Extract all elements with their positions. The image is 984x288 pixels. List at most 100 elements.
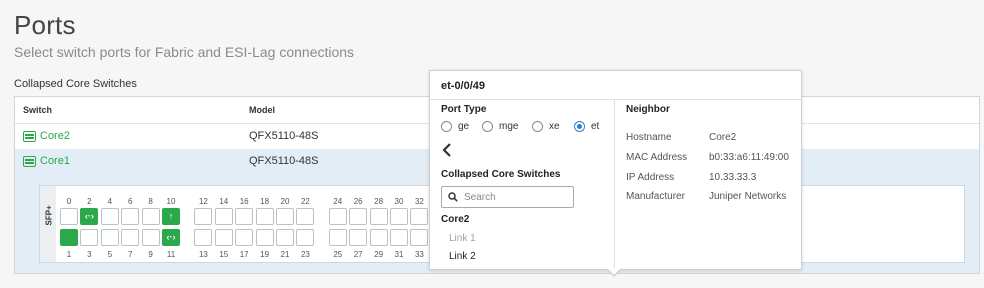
uplink-arrow-icon: ↑ [168, 211, 174, 221]
port-28[interactable] [369, 208, 388, 225]
port-11[interactable]: ‹·› [162, 229, 180, 246]
radio-label: et [591, 121, 600, 132]
port-number-33: 33 [414, 250, 424, 259]
search-input[interactable] [464, 190, 570, 204]
port-number-4: 4 [107, 197, 113, 206]
search-field[interactable] [441, 186, 574, 208]
radio-circle[interactable] [532, 121, 543, 132]
port-27[interactable] [349, 229, 368, 246]
port-number-23: 23 [300, 250, 310, 259]
radio-circle[interactable] [574, 121, 585, 132]
port-14[interactable] [214, 208, 233, 225]
port-number-19: 19 [260, 250, 270, 259]
radio-label: mge [499, 121, 519, 132]
port-5[interactable] [100, 229, 119, 246]
port-config-popup: et-0/0/49 Port Type ge mge xe et Collaps… [429, 70, 802, 277]
port-number-22: 22 [300, 197, 310, 206]
port-type-label: Port Type [441, 104, 487, 115]
port-10[interactable]: ↑ [162, 208, 180, 225]
switch-name-link[interactable]: Core2 [40, 130, 70, 142]
switch-model: QFX5110-48S [249, 155, 319, 167]
link-icon: ‹·› [84, 211, 94, 221]
port-7[interactable] [121, 229, 140, 246]
port-number-0: 0 [66, 197, 72, 206]
column-header-switch: Switch [23, 105, 53, 115]
port-number-13: 13 [198, 250, 208, 259]
neighbor-ip-label: IP Address [626, 172, 675, 183]
switch-icon [23, 131, 36, 142]
radio-port-type-ge[interactable]: ge [441, 121, 469, 132]
port-number-9: 9 [148, 250, 153, 259]
collapsed-core-label: Collapsed Core Switches [441, 169, 561, 180]
radio-port-type-xe[interactable]: xe [532, 121, 560, 132]
port-31[interactable] [390, 229, 408, 246]
radio-circle[interactable] [441, 121, 452, 132]
port-number-30: 30 [394, 197, 404, 206]
neighbor-ip-value: 10.33.33.3 [709, 172, 757, 183]
radio-label: xe [549, 121, 560, 132]
neighbor-heading: Neighbor [626, 104, 670, 115]
port-number-6: 6 [127, 197, 133, 206]
port-33[interactable] [410, 229, 429, 246]
port-9[interactable] [141, 229, 160, 246]
link-item-2[interactable]: Link 2 [449, 251, 476, 262]
radio-circle[interactable] [482, 121, 493, 132]
section-label: Collapsed Core Switches [14, 78, 137, 90]
chevron-left-icon[interactable] [441, 143, 453, 157]
link-item-1[interactable]: Link 1 [449, 233, 476, 244]
radio-port-type-mge[interactable]: mge [482, 121, 518, 132]
switch-model: QFX5110-48S [249, 130, 319, 142]
port-16[interactable] [235, 208, 254, 225]
port-number-14: 14 [219, 197, 229, 206]
popup-title: et-0/0/49 [441, 80, 486, 92]
port-18[interactable] [255, 208, 274, 225]
sfp-tab: SFP+ [40, 186, 56, 262]
port-number-24: 24 [333, 197, 343, 206]
port-number-16: 16 [239, 197, 249, 206]
port-2[interactable]: ‹·› [80, 208, 99, 225]
port-17[interactable] [235, 229, 254, 246]
port-32[interactable] [410, 208, 429, 225]
port-29[interactable] [369, 229, 388, 246]
port-13[interactable] [194, 229, 213, 246]
port-6[interactable] [121, 208, 140, 225]
neighbor-hostname-label: Hostname [626, 132, 672, 143]
port-23[interactable] [296, 229, 315, 246]
port-3[interactable] [80, 229, 99, 246]
switch-name-link[interactable]: Core1 [40, 155, 70, 167]
port-number-27: 27 [353, 250, 363, 259]
port-number-2: 2 [87, 197, 92, 206]
port-1[interactable] [60, 229, 78, 246]
port-number-31: 31 [394, 250, 404, 259]
port-number-25: 25 [333, 250, 343, 259]
port-26[interactable] [349, 208, 368, 225]
port-12[interactable] [194, 208, 213, 225]
sfp-label: SFP+ [44, 205, 54, 226]
search-icon [448, 192, 458, 202]
switch-icon [23, 156, 36, 167]
port-number-8: 8 [148, 197, 153, 206]
neighbor-mac-label: MAC Address [626, 152, 688, 163]
neighbor-hostname-value: Core2 [709, 132, 737, 143]
port-30[interactable] [390, 208, 408, 225]
port-0[interactable] [60, 208, 78, 225]
link-icon: ‹·› [166, 232, 176, 242]
port-number-21: 21 [280, 250, 290, 259]
port-22[interactable] [296, 208, 315, 225]
port-21[interactable] [276, 229, 294, 246]
neighbor-manufacturer-label: Manufacturer [626, 191, 685, 202]
port-number-1: 1 [66, 250, 72, 259]
radio-port-type-et[interactable]: et [574, 121, 599, 132]
port-25[interactable] [328, 229, 347, 246]
port-number-12: 12 [198, 197, 208, 206]
port-24[interactable] [328, 208, 347, 225]
port-number-15: 15 [219, 250, 229, 259]
port-19[interactable] [255, 229, 274, 246]
port-20[interactable] [276, 208, 294, 225]
port-4[interactable] [100, 208, 119, 225]
port-number-28: 28 [374, 197, 384, 206]
port-number-11: 11 [166, 250, 176, 259]
port-number-3: 3 [87, 250, 92, 259]
port-15[interactable] [214, 229, 233, 246]
port-8[interactable] [141, 208, 160, 225]
